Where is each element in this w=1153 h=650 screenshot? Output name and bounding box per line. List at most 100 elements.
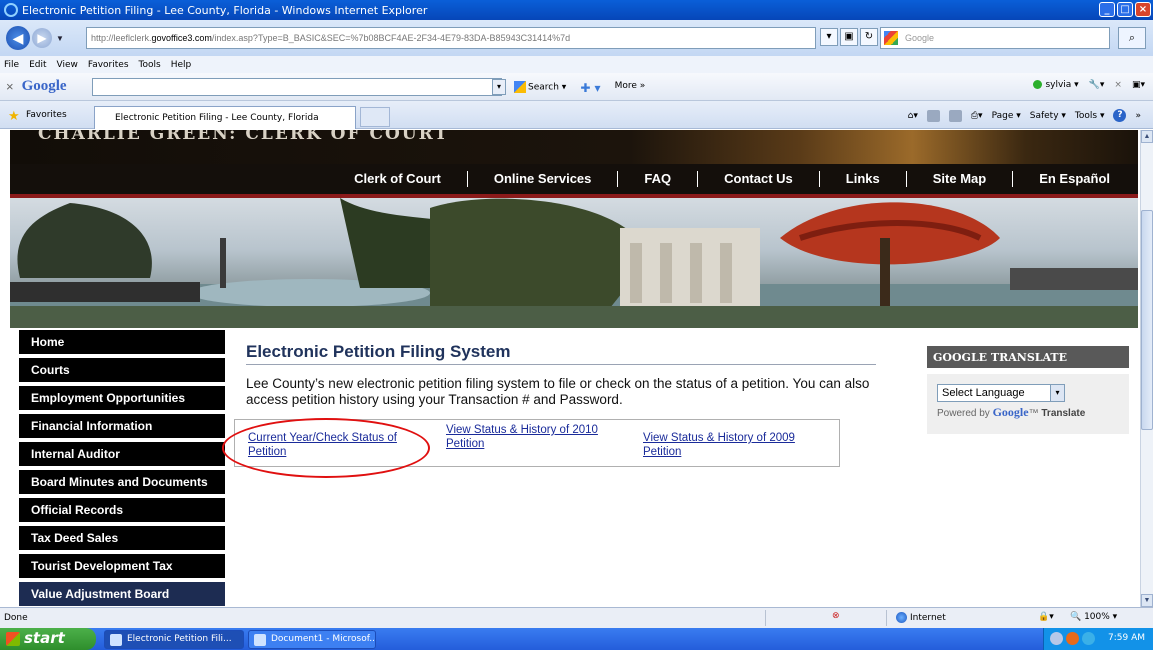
left-nav-home[interactable]: Home <box>19 330 225 354</box>
nav-en-espanol[interactable]: En Español <box>1013 171 1138 187</box>
left-nav-board-minutes[interactable]: Board Minutes and Documents <box>19 470 225 494</box>
intro-line: Lee County’s new electronic petition fil… <box>246 376 870 391</box>
menu-file[interactable]: File <box>4 60 19 70</box>
page-viewport: CHARLIE GREEN: CLERK OF COURT Clerk of C… <box>0 130 1140 607</box>
menu-favorites[interactable]: Favorites <box>88 60 129 70</box>
screen: Electronic Petition Filing - Lee County,… <box>0 0 1153 650</box>
google-search-button[interactable]: Search ▾ <box>514 81 566 95</box>
address-bar[interactable]: http://leeflclerk.govoffice3.com/index.a… <box>86 27 816 49</box>
highlight-annotation-circle <box>222 418 430 478</box>
language-select[interactable]: Select Language ▾ <box>937 384 1065 402</box>
chevron-more-icon[interactable]: » <box>1135 111 1141 121</box>
ie-icon <box>110 634 122 646</box>
left-nav-courts[interactable]: Courts <box>19 358 225 382</box>
left-nav-tax-deed-sales[interactable]: Tax Deed Sales <box>19 526 225 550</box>
ie-logo-icon <box>4 3 18 17</box>
menu-view[interactable]: View <box>57 60 78 70</box>
nav-contact-us[interactable]: Contact Us <box>698 171 820 187</box>
status-divider <box>886 610 887 626</box>
left-nav-financial-information[interactable]: Financial Information <box>19 414 225 438</box>
history-2009-link[interactable]: View Status & History of 2009 Petition <box>643 431 795 459</box>
help-icon[interactable]: ? <box>1113 109 1127 122</box>
recent-pages-dropdown[interactable]: ▼ <box>56 34 64 43</box>
left-nav-employment-opportunities[interactable]: Employment Opportunities <box>19 386 225 410</box>
taskbar-ie-window[interactable]: Electronic Petition Fili... <box>104 630 244 649</box>
google-translate-widget: GOOGLE TRANSLATE Select Language ▾ Power… <box>927 346 1129 434</box>
scroll-up-icon[interactable]: ▲ <box>1141 130 1153 143</box>
menu-tools[interactable]: Tools <box>139 60 161 70</box>
print-icon[interactable]: ⎙▾ <box>971 111 983 121</box>
page-menu[interactable]: Page ▾ <box>992 111 1021 121</box>
google-toolbar-actions: Search ▾ ✚ ▾ More » <box>514 81 645 95</box>
nav-links[interactable]: Links <box>820 171 907 187</box>
tab-active[interactable]: Electronic Petition Filing - Lee County,… <box>94 106 356 129</box>
google-toolbar-right: sylvia ▾ 🔧▾ × ▣▾ <box>1033 80 1145 90</box>
home-icon[interactable]: ⌂▾ <box>908 111 918 121</box>
read-mail-icon[interactable] <box>948 109 962 122</box>
wrench-icon[interactable]: 🔧▾ <box>1089 80 1105 90</box>
search-input[interactable]: Google <box>880 27 1110 49</box>
more-button[interactable]: More » <box>615 81 646 95</box>
back-button[interactable]: ◀ <box>6 26 30 50</box>
nav-faq[interactable]: FAQ <box>618 171 699 187</box>
close-toolbar-icon[interactable]: × <box>6 79 14 94</box>
taskbar-word-window[interactable]: Document1 - Microsof... <box>248 630 376 649</box>
maximize-button[interactable]: □ <box>1117 2 1133 17</box>
left-nav-tourist-development-tax[interactable]: Tourist Development Tax <box>19 554 225 578</box>
favorites-button[interactable]: Favorites <box>26 110 67 120</box>
window-title-bar[interactable]: Electronic Petition Filing - Lee County,… <box>0 0 1153 20</box>
google-toolbar-dropdown[interactable]: ▾ <box>492 79 506 95</box>
safety-menu[interactable]: Safety ▾ <box>1030 111 1066 121</box>
network-icon[interactable] <box>1050 632 1063 645</box>
search-button[interactable]: ⌕ <box>1118 27 1146 49</box>
security-icon[interactable] <box>1066 632 1079 645</box>
left-nav-internal-auditor[interactable]: Internal Auditor <box>19 442 225 466</box>
privacy-icon[interactable]: ⊗ <box>832 611 840 621</box>
status-text: Done <box>4 613 28 623</box>
left-nav-official-records[interactable]: Official Records <box>19 498 225 522</box>
new-tab-button[interactable] <box>360 107 390 127</box>
security-zone[interactable]: Internet <box>896 612 946 623</box>
command-bar: ⌂▾ ⎙▾ Page ▾ Safety ▾ Tools ▾ ? » <box>908 109 1141 122</box>
windows-taskbar: start Electronic Petition Fili... Docume… <box>0 628 1153 650</box>
nav-clerk-of-court[interactable]: Clerk of Court <box>328 171 468 187</box>
intro-text: Lee County’s new electronic petition fil… <box>246 376 906 408</box>
status-bar: Done ⊗ Internet 🔒▾ 🔍 100% ▾ <box>0 607 1153 628</box>
tools-menu[interactable]: Tools ▾ <box>1075 111 1105 121</box>
zoom-level[interactable]: 🔍 100% ▾ <box>1070 612 1117 622</box>
header-banner-image <box>10 198 1138 328</box>
vertical-scrollbar[interactable]: ▲ ▼ <box>1140 130 1153 607</box>
nav-site-map[interactable]: Site Map <box>907 171 1014 187</box>
google-toolbar: × Google ▾ Search ▾ ✚ ▾ More » sylvia ▾ … <box>0 73 1153 101</box>
favorites-star-icon[interactable]: ★ <box>8 109 20 124</box>
menu-help[interactable]: Help <box>171 60 192 70</box>
forward-button[interactable]: ▶ <box>32 28 52 48</box>
minimize-button[interactable]: _ <box>1099 2 1115 17</box>
toolbar-extension-icon[interactable]: ▣▾ <box>1132 80 1145 90</box>
close-button[interactable]: × <box>1135 2 1151 17</box>
title-divider <box>246 364 876 365</box>
update-icon[interactable] <box>1082 632 1095 645</box>
system-tray: 7:59 AM <box>1043 628 1153 650</box>
menu-bar: File Edit View Favorites Tools Help <box>0 56 1153 73</box>
feeds-icon[interactable] <box>926 109 940 122</box>
protected-mode-icon[interactable]: 🔒▾ <box>1038 612 1054 622</box>
nav-online-services[interactable]: Online Services <box>468 171 619 187</box>
address-dropdown-button[interactable]: ▾ <box>820 28 838 46</box>
compatibility-icon[interactable]: ▣ <box>840 28 858 46</box>
scroll-down-icon[interactable]: ▼ <box>1141 594 1153 607</box>
close-icon[interactable]: × <box>1114 80 1122 90</box>
top-navigation: Clerk of Court Online Services FAQ Conta… <box>10 164 1138 194</box>
page-title: Electronic Petition Filing System <box>246 342 511 361</box>
history-2010-link[interactable]: View Status & History of 2010 Petition <box>446 423 598 451</box>
tab-title: Electronic Petition Filing - Lee County,… <box>115 113 319 123</box>
menu-edit[interactable]: Edit <box>29 60 46 70</box>
scroll-thumb[interactable] <box>1141 210 1153 430</box>
start-button[interactable]: start <box>0 628 96 650</box>
refresh-button[interactable]: ↻ <box>860 28 878 46</box>
online-status-icon <box>1033 80 1043 89</box>
user-account-button[interactable]: sylvia ▾ <box>1033 80 1079 90</box>
left-nav-value-adjustment-board[interactable]: Value Adjustment Board <box>19 582 225 606</box>
add-button-icon[interactable]: ✚ ▾ <box>580 81 600 95</box>
google-toolbar-search-input[interactable] <box>92 78 502 96</box>
